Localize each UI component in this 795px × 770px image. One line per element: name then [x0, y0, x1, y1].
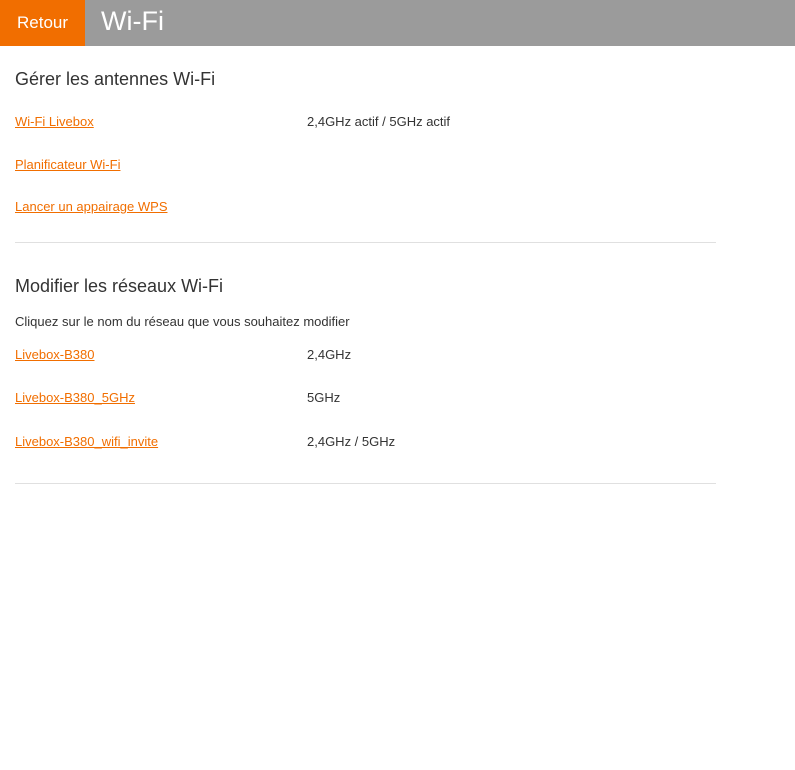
network-b380-band: 2,4GHz [307, 347, 352, 362]
link-network-b380-5ghz[interactable]: Livebox-B380_5GHz [15, 390, 135, 405]
back-button[interactable]: Retour [0, 0, 85, 46]
networks-hint: Cliquez sur le nom du réseau que vous so… [15, 314, 350, 329]
section-title-antennas: Gérer les antennes Wi-Fi [15, 69, 216, 89]
network-b380-5ghz-band: 5GHz [307, 390, 341, 405]
network-b380-guest-band: 2,4GHz / 5GHz [307, 434, 396, 449]
link-network-b380[interactable]: Livebox-B380 [15, 347, 95, 362]
wifi-livebox-status: 2,4GHz actif / 5GHz actif [307, 114, 451, 129]
link-wifi-livebox[interactable]: Wi-Fi Livebox [15, 114, 94, 129]
section-divider [15, 242, 716, 243]
link-wps-pairing[interactable]: Lancer un appairage WPS [15, 199, 167, 214]
top-bar: Retour Wi-Fi [0, 0, 795, 46]
link-wifi-scheduler[interactable]: Planificateur Wi-Fi [15, 157, 120, 172]
page-title: Wi-Fi [101, 6, 164, 36]
section-title-networks: Modifier les réseaux Wi-Fi [15, 276, 224, 296]
link-network-b380-guest[interactable]: Livebox-B380_wifi_invite [15, 434, 158, 449]
section-divider [15, 483, 716, 484]
